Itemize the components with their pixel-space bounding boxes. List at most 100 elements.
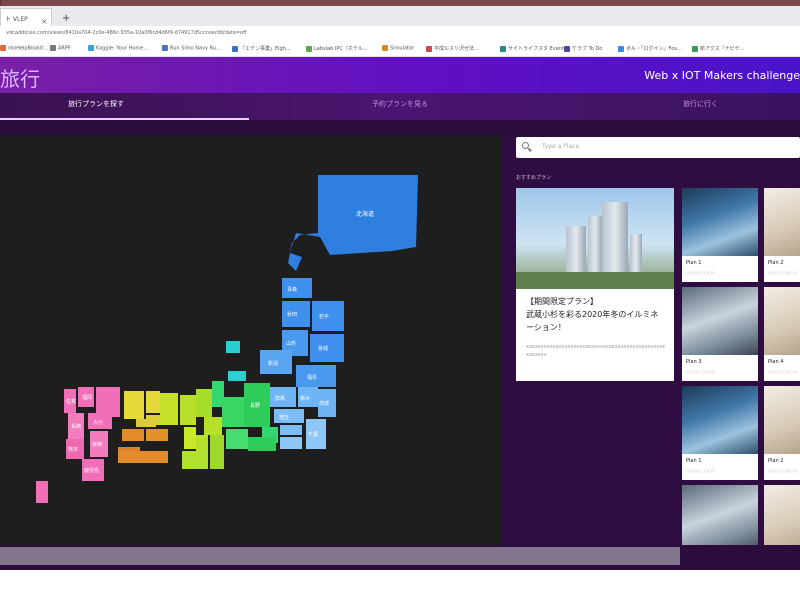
pref-osaka[interactable] <box>184 427 196 449</box>
pref-fukui[interactable] <box>196 389 212 417</box>
pref-tokushima[interactable] <box>146 429 168 441</box>
pref-aichi[interactable] <box>226 429 248 449</box>
bookmark-favicon-icon <box>426 45 432 52</box>
address-bar[interactable]: vdcaddicsie.com/views/8410a704-2c0e-486c… <box>0 26 800 42</box>
plan-card-image <box>764 287 800 355</box>
region-hokkaido[interactable] <box>288 175 418 271</box>
bookmark-label: サイトライフスタ Event <box>508 46 564 52</box>
bookmark-item[interactable]: Labslab IPC（ホテル... <box>306 45 368 52</box>
featured-plan-description: xxxxxxxxxxxxxxxxxxxxxxxxxxxxxxxxxxxxxxxx… <box>526 344 666 358</box>
pref-kochi[interactable] <box>118 451 168 463</box>
plan-card[interactable]: Plan 2 ○○○○ ○○○○ <box>764 188 800 282</box>
bookmarks-bar: ntoHelpBookit... ARPF Kaggle: Your Home...… <box>0 42 800 57</box>
pref-wakayama[interactable] <box>182 451 208 469</box>
label-kagoshima: 鹿児島 <box>84 467 99 474</box>
label-gunma: 群馬 <box>275 395 285 402</box>
pref-kyoto[interactable] <box>180 395 196 425</box>
place-search-input[interactable]: Type a Place <box>516 137 800 158</box>
plan-card[interactable]: Plan 1 ○○○○ ○○○○ <box>682 386 758 480</box>
plan-card-meta: ○○○○ ○○○○ <box>768 369 798 374</box>
bookmark-favicon-icon <box>692 45 698 52</box>
plan-card[interactable] <box>682 485 758 545</box>
plan-card[interactable]: Plan 1 ○○○○ ○○○○ <box>682 188 758 282</box>
pref-okinawa[interactable] <box>36 481 48 503</box>
bookmark-label: 新アクス「ナビゲ... <box>700 46 745 52</box>
bookmark-item[interactable]: サイトライフスタ Event <box>500 45 564 52</box>
plan-card-title: Plan 2 <box>768 458 784 464</box>
featured-plan-card[interactable]: 【期間限定プラン】 武蔵小杉を彩る2020年冬のイルミネーション！ xxxxxx… <box>516 188 674 381</box>
bookmark-item[interactable]: 新アクス「ナビゲ... <box>692 45 744 52</box>
plan-card-title: Plan 4 <box>768 359 784 365</box>
plan-card-meta: ○○○○ ○○○○ <box>686 270 716 275</box>
pref-gifu[interactable] <box>222 397 244 427</box>
bookmark-label: Labslab IPC（ホテル... <box>314 46 368 52</box>
label-aomori: 青森 <box>287 286 297 293</box>
plan-card-image <box>764 188 800 256</box>
featured-plan-title: 【期間限定プラン】 武蔵小杉を彩る2020年冬のイルミネーション！ <box>526 297 659 332</box>
bookmark-favicon-icon <box>618 45 624 52</box>
horizontal-scrollbar[interactable] <box>0 547 680 565</box>
search-placeholder: Type a Place <box>542 143 580 150</box>
close-tab-icon[interactable]: × <box>41 17 48 26</box>
bookmark-favicon-icon <box>232 45 238 52</box>
plan-card[interactable]: Plan 2 ○○○○ ○○○○ <box>764 386 800 480</box>
bookmark-favicon-icon <box>162 45 168 51</box>
bookmark-item[interactable]: ケラブ To Do <box>564 45 602 52</box>
bookmark-item[interactable]: Simulator <box>382 45 414 52</box>
section-label-recommended: おすすめプラン <box>516 175 552 181</box>
pref-yamaguchi[interactable] <box>96 387 120 417</box>
address-bar-url[interactable]: vdcaddicsie.com/views/8410a704-2c0e-486c… <box>6 30 247 36</box>
tab-search-plans[interactable]: 旅行プランを探す <box>68 99 124 109</box>
pref-kanagawa[interactable] <box>280 437 302 449</box>
label-miyagi: 宮城 <box>318 345 328 352</box>
bookmark-label: ケラブ To Do <box>572 46 603 52</box>
japan-map-panel: 北海道 青森 秋田 岩手 山形 宮城 福島 新潟 群馬 栃木 茨城 埼玉 千葉 <box>0 135 501 545</box>
plan-card-title: Plan 2 <box>768 260 784 266</box>
header-title: Web x IOT Makers challenge <box>644 69 800 82</box>
pref-hyogo[interactable] <box>160 393 178 425</box>
bookmark-item[interactable]: ボル・「ログイン」Fou... <box>618 45 682 52</box>
pref-sado[interactable] <box>226 341 240 353</box>
bookmark-item[interactable]: Run Simo Navy Ru... <box>162 45 221 52</box>
search-icon <box>522 142 529 149</box>
browser-tab-title: ト VLEP <box>5 16 28 23</box>
pref-mie[interactable] <box>210 435 224 469</box>
brand-title[interactable]: 旅行 <box>0 63 40 92</box>
nav-tabs: 旅行プランを探す 予約プランを見る 旅行に行く <box>0 93 800 120</box>
pref-shimane[interactable] <box>124 391 144 419</box>
label-saitama: 埼玉 <box>279 414 289 421</box>
label-tochigi: 栃木 <box>300 395 310 402</box>
plan-card-image <box>682 386 758 454</box>
plan-card-image <box>764 386 800 454</box>
label-miyazaki: 宮崎 <box>92 441 102 448</box>
label-ibaraki: 茨城 <box>319 400 329 407</box>
pref-tokyo[interactable] <box>280 425 302 435</box>
plan-card[interactable] <box>764 485 800 545</box>
plan-card-image <box>764 485 800 545</box>
browser-tab[interactable]: ト VLEP × <box>0 8 52 26</box>
pref-kagawa[interactable] <box>122 429 144 441</box>
plan-card-meta: ○○○○ ○○○○ <box>768 270 798 275</box>
label-oita: 大分 <box>93 419 103 426</box>
japan-map: 北海道 青森 秋田 岩手 山形 宮城 福島 新潟 群馬 栃木 茨城 埼玉 千葉 <box>36 175 418 503</box>
bookmark-item[interactable]: ARPF <box>50 45 71 52</box>
tab-reserved-plans[interactable]: 予約プランを見る <box>372 99 428 109</box>
tab-go-travel[interactable]: 旅行に行く <box>683 99 718 109</box>
plan-card-meta: ○○○○ ○○○○ <box>686 468 716 473</box>
bookmark-item[interactable]: 「エデン事業」Eigh... <box>232 45 291 52</box>
pref-hiroshima[interactable] <box>136 419 156 427</box>
pref-shizuoka[interactable] <box>248 437 276 451</box>
bookmark-item[interactable]: Kaggle: Your Home... <box>88 45 148 52</box>
pref-tottori[interactable] <box>146 391 160 413</box>
plan-card[interactable]: Plan 3 ○○○○ ○○○○ <box>682 287 758 381</box>
plan-card[interactable]: Plan 4 ○○○○ ○○○○ <box>764 287 800 381</box>
label-niigata: 新潟 <box>268 360 278 367</box>
plan-card-image <box>682 485 758 545</box>
bookmark-item[interactable]: ntoHelpBookit... <box>0 45 48 52</box>
pref-shiga[interactable] <box>204 417 222 435</box>
bookmark-item[interactable]: 平成ルスリ沢ぜ法... <box>426 45 479 52</box>
browser-tab-bar: ト VLEP × + <box>0 6 800 27</box>
label-saga: 佐賀 <box>66 398 76 405</box>
pref-toyama[interactable] <box>228 371 246 381</box>
new-tab-button[interactable]: + <box>62 13 70 24</box>
